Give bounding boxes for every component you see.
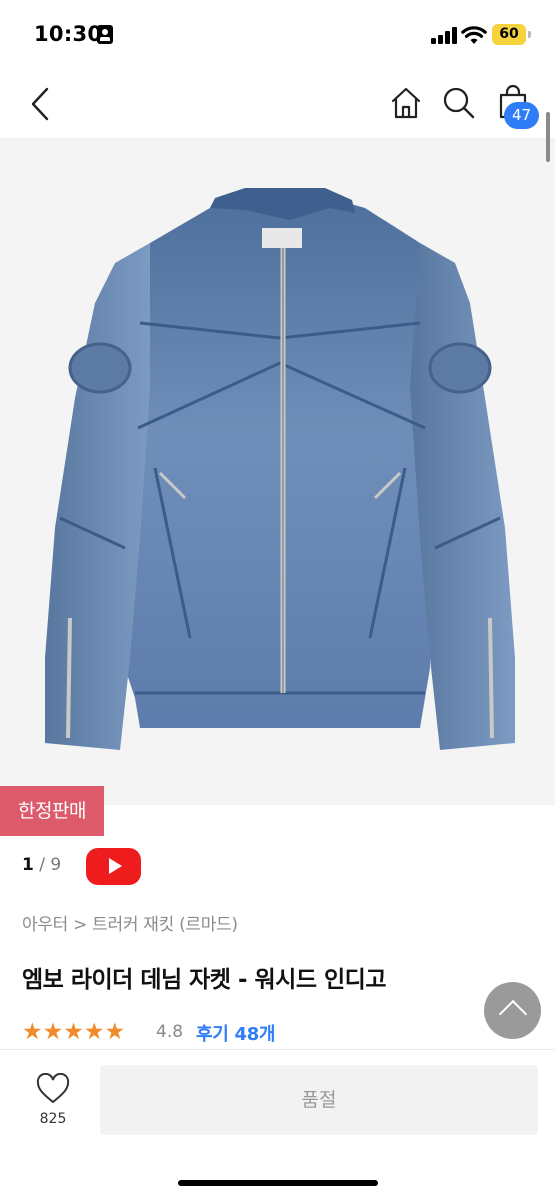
image-counter: 1 / 9 bbox=[22, 855, 61, 875]
status-time: 10:30 bbox=[34, 22, 103, 46]
star-icon: ★ bbox=[42, 1019, 64, 1045]
cart-count-badge[interactable]: 47 bbox=[504, 102, 539, 129]
youtube-play-button[interactable] bbox=[86, 848, 141, 885]
top-navigation bbox=[0, 70, 555, 138]
denim-jacket-image bbox=[45, 188, 515, 750]
star-icon: ★ bbox=[63, 1019, 84, 1045]
review-count-link[interactable]: 후기 48개 bbox=[196, 1020, 276, 1046]
battery-icon: 60 bbox=[492, 24, 526, 45]
image-index: 1 bbox=[22, 855, 34, 875]
sold-out-button[interactable]: 품절 bbox=[100, 1065, 538, 1135]
image-counter-separator: / bbox=[39, 855, 45, 875]
wifi-icon bbox=[461, 26, 487, 44]
battery-tip bbox=[528, 31, 531, 38]
star-icon: ★ bbox=[22, 1019, 43, 1045]
id-card-icon bbox=[97, 25, 113, 44]
product-title: 엠보 라이더 데님 자켓 - 워시드 인디고 bbox=[22, 967, 387, 993]
rating-stars: ★ ★ ★ ★ ★ bbox=[22, 1019, 125, 1045]
heart-icon[interactable] bbox=[35, 1073, 71, 1105]
scroll-indicator bbox=[546, 112, 550, 162]
like-count: 825 bbox=[39, 1111, 67, 1127]
category-breadcrumb[interactable]: 아우터 > 트러커 재킷 (르마드) bbox=[22, 910, 238, 935]
home-icon[interactable] bbox=[390, 86, 422, 120]
back-chevron-icon[interactable] bbox=[28, 86, 52, 122]
rating-value: 4.8 bbox=[156, 1022, 184, 1042]
product-image-carousel[interactable] bbox=[0, 138, 555, 805]
star-icon: ★ bbox=[83, 1019, 105, 1045]
status-bar: 10:30 60 bbox=[0, 0, 555, 70]
search-icon[interactable] bbox=[442, 86, 476, 120]
home-indicator bbox=[178, 1180, 378, 1186]
limited-sale-badge: 한정판매 bbox=[0, 786, 104, 836]
image-total: 9 bbox=[50, 855, 62, 875]
half-star-icon: ★ bbox=[104, 1019, 126, 1045]
scroll-to-top-button[interactable] bbox=[484, 982, 541, 1039]
cellular-signal-icon bbox=[431, 27, 457, 44]
